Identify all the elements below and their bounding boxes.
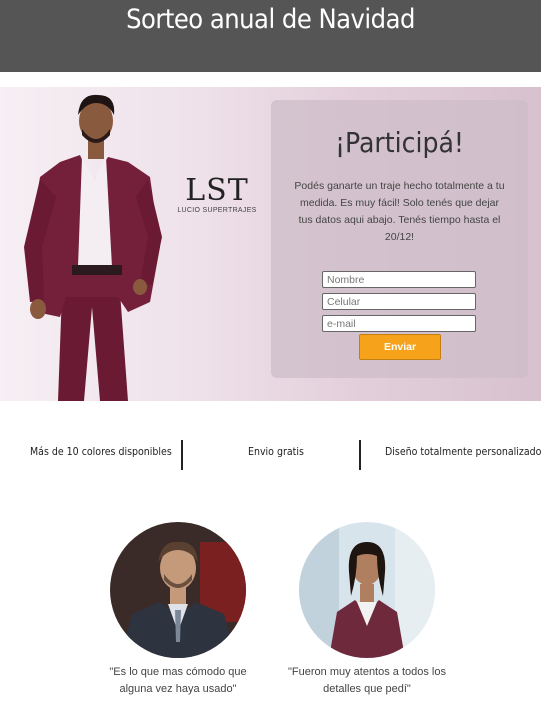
feature-colors: Más de 10 colores disponibles: [30, 446, 172, 458]
feature-custom: Diseño totalmente personalizado: [385, 446, 541, 458]
brand-logo: LST LUCIO SUPERTRAJES: [172, 173, 262, 215]
brand-subtitle: LUCIO SUPERTRAJES: [177, 207, 257, 214]
name-field[interactable]: [322, 271, 476, 288]
form-title: ¡Participá!: [334, 126, 465, 159]
features-bar: Más de 10 colores disponibles Envio grat…: [0, 438, 541, 470]
signup-form: ¡Participá! Podés ganarte un traje hecho…: [271, 100, 528, 378]
testimonial-quote: "Fueron muy atentos a todos los detalles…: [288, 666, 446, 695]
customer-photo: [110, 522, 246, 658]
hero-banner: LST LUCIO SUPERTRAJES ¡Participá! Podés …: [0, 87, 541, 401]
phone-field[interactable]: [322, 293, 476, 310]
form-description: Podés ganarte un traje hecho totalmente …: [294, 180, 505, 243]
model-photo: [24, 94, 162, 401]
customer-avatar: [110, 522, 246, 658]
submit-button[interactable]: Enviar: [359, 334, 441, 360]
page-title: Sorteo anual de Navidad: [126, 4, 415, 35]
feature-divider: [359, 440, 361, 470]
email-field[interactable]: [322, 315, 476, 332]
testimonial-card: "Es lo que mas cómodo que alguna vez hay…: [98, 522, 258, 698]
feature-shipping: Envio gratis: [248, 446, 304, 458]
brand-logo-text: LST: [185, 173, 249, 208]
testimonial-quote: "Es lo que mas cómodo que alguna vez hay…: [109, 666, 247, 695]
testimonial-card: "Fueron muy atentos a todos los detalles…: [287, 522, 447, 698]
customer-avatar: [299, 522, 435, 658]
page-header: Sorteo anual de Navidad: [0, 0, 541, 72]
feature-divider: [181, 440, 183, 470]
customer-photo: [299, 522, 435, 658]
